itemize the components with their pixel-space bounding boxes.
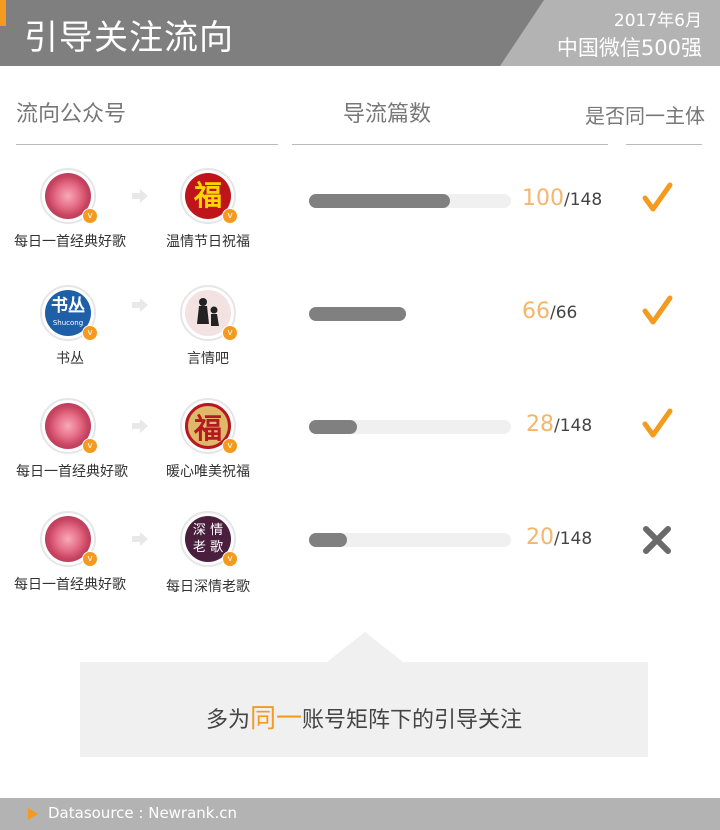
table-row: v 福 v 每日一首经典好歌 暖心唯美祝福 28/148 [0,398,720,498]
header-rank: 中国微信500强 [556,36,702,60]
count-total: /148 [564,190,603,210]
count-bar-track [309,307,511,321]
target-avatar: 福 v [180,168,238,224]
avatar-glyph: 老 [192,540,206,555]
source-account-name: 每日一首经典好歌 [14,577,126,593]
column-heading-flow: 流向公众号 [16,102,127,127]
verified-badge-icon: v [82,325,98,341]
arrow-right-icon [132,298,148,312]
count-bar-track [309,420,511,434]
header-date: 2017年6月 [613,11,702,31]
avatar-glyph: 情 [210,523,224,538]
arrow-right-icon [132,532,148,546]
column-divider-count [292,144,608,145]
source-avatar: v [40,511,98,567]
source-account-name: 书丛 [56,351,84,367]
table-row: 书丛 Shucong v v 书丛 言情吧 66/66 [0,285,720,385]
count-total: /148 [554,416,593,436]
source-account-name: 每日一首经典好歌 [16,464,128,480]
count-bar-track [309,533,511,547]
header-accent [0,0,6,26]
source-account-name: 每日一首经典好歌 [14,234,126,250]
target-account-name: 言情吧 [187,351,229,367]
verified-badge-icon: v [222,438,238,454]
count-bar-fill [309,194,451,208]
table-row: v 福 v 每日一首经典好歌 温情节日祝福 100/148 [0,168,720,268]
target-avatar: 福 v [180,398,238,454]
avatar-glyph: 深 [192,523,206,538]
callout-text: 多为同一账号矩阵下的引导关注 [80,698,648,735]
target-account-name: 每日深情老歌 [166,579,250,595]
target-avatar: 深 情 老 歌 v [180,511,238,567]
shucong-logo-text: 书丛 [51,296,85,316]
check-icon [642,295,673,325]
count-number: 66 [522,299,550,324]
count-total: /148 [554,529,593,549]
callout-highlight: 同一 [249,704,302,734]
verified-badge-icon: v [82,438,98,454]
count-value: 20/148 [526,525,592,550]
column-heading-same: 是否同一主体 [585,104,705,128]
source-avatar: 书丛 Shucong v [40,285,98,341]
count-number: 20 [526,525,554,550]
count-bar-track [309,194,511,208]
check-icon [642,182,673,212]
verified-badge-icon: v [222,325,238,341]
column-divider-same [626,144,702,145]
count-value: 28/148 [526,412,592,437]
callout-text-after: 账号矩阵下的引导关注 [302,708,523,733]
target-account-name: 温情节日祝福 [166,234,250,250]
count-value: 66/66 [522,299,577,324]
count-bar-fill [309,533,348,547]
header-bar: 引导关注流向 2017年6月 中国微信500强 [0,0,720,66]
count-bar-fill [309,307,406,321]
avatar-glyph: 歌 [210,540,224,555]
callout-text-before: 多为 [205,708,250,733]
table-row: v 深 情 老 歌 v 每日一首经典好歌 每日深情老歌 20/148 [0,511,720,611]
count-number: 100 [522,186,564,211]
count-value: 100/148 [522,186,602,211]
arrow-right-icon [132,419,148,433]
count-total: /66 [550,303,578,323]
target-avatar: v [180,285,238,341]
datasource-label: Datasource : Newrank.cn [48,804,238,822]
count-number: 28 [526,412,554,437]
count-bar-fill [309,420,358,434]
arrow-right-icon [132,189,148,203]
page-title: 引导关注流向 [24,18,234,58]
callout-pointer [327,632,403,662]
play-triangle-icon [28,808,38,820]
source-avatar: v [40,398,98,454]
verified-badge-icon: v [222,551,238,567]
column-divider-flow [16,144,278,145]
cross-icon [643,526,671,554]
target-account-name: 暖心唯美祝福 [166,464,250,480]
verified-badge-icon: v [222,208,238,224]
footer-bar: Datasource : Newrank.cn [0,798,720,830]
column-heading-count: 导流篇数 [343,102,432,127]
check-icon [642,408,673,438]
verified-badge-icon: v [82,208,98,224]
verified-badge-icon: v [82,551,98,567]
source-avatar: v [40,168,98,224]
callout-box: 多为同一账号矩阵下的引导关注 [80,662,648,757]
